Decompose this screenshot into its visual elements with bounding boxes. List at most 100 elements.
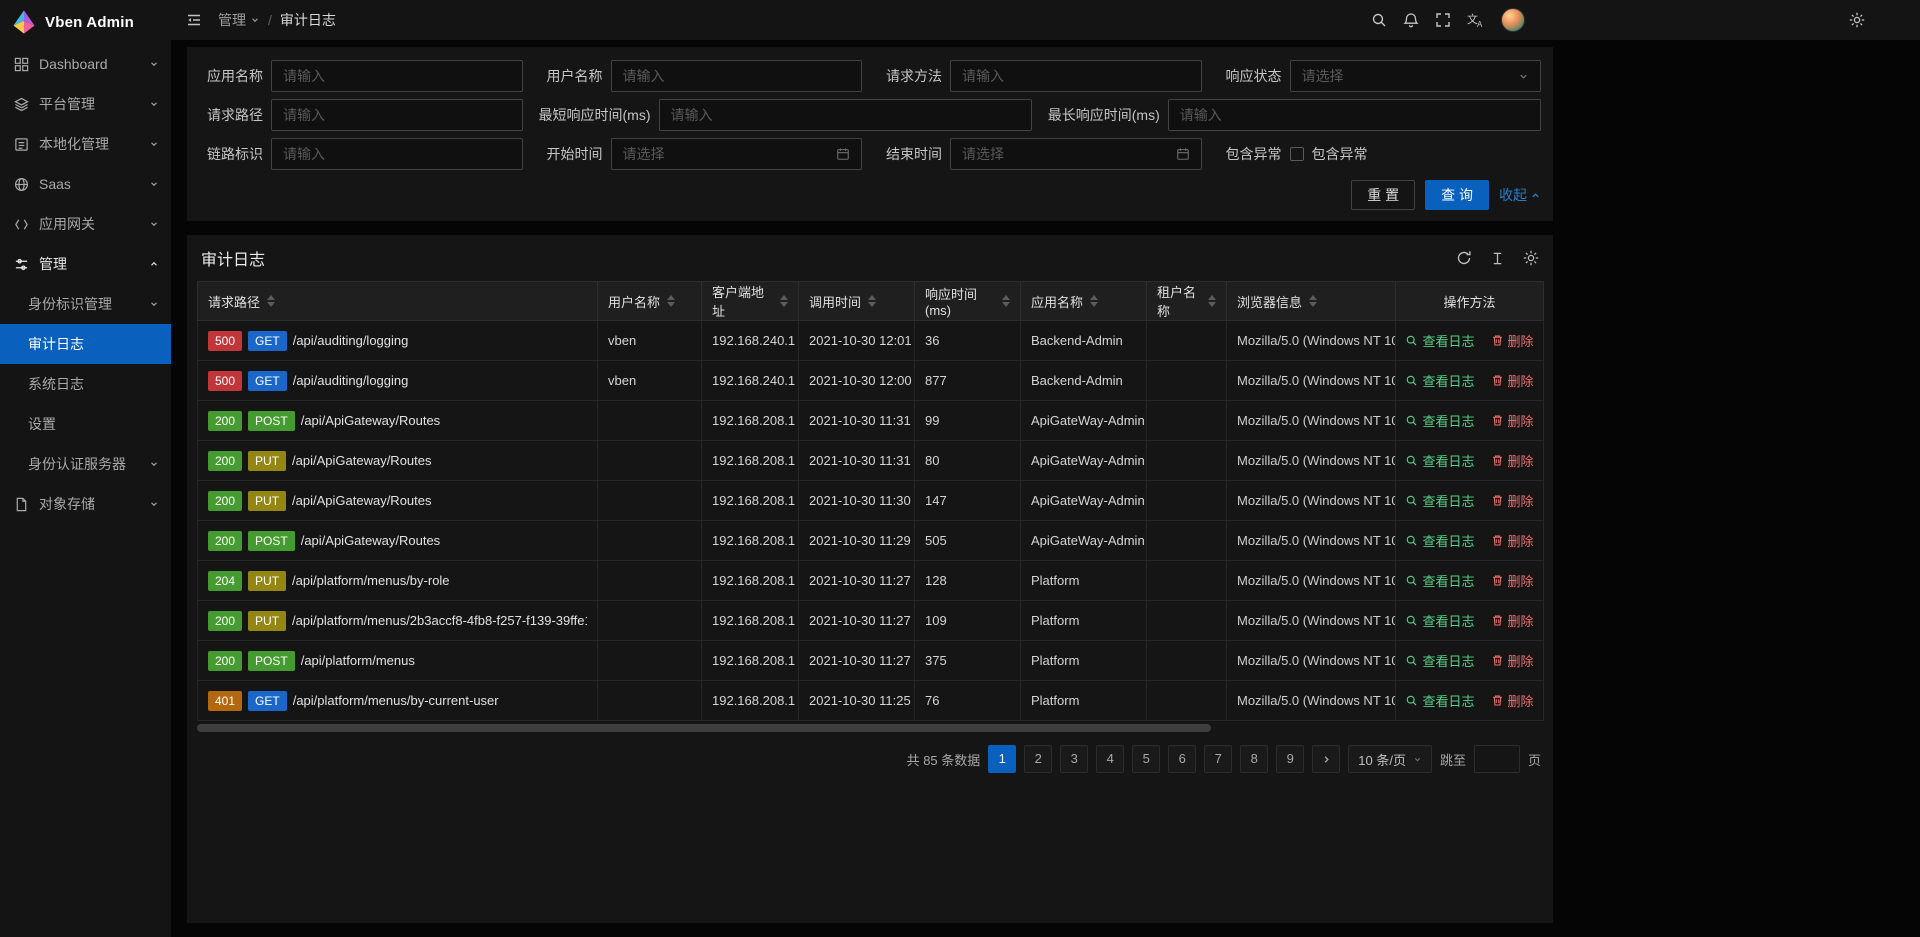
sidebar-item-auth-server[interactable]: 身份认证服务器 [0, 444, 171, 484]
sidebar-item-audit-log[interactable]: 审计日志 [0, 324, 171, 364]
delete-button[interactable]: 删除 [1491, 611, 1534, 630]
sort-carets-icon[interactable] [267, 295, 275, 307]
method-badge: POST [248, 651, 295, 671]
settings-gear-icon[interactable] [1849, 0, 1865, 40]
view-log-button[interactable]: 查看日志 [1405, 531, 1474, 550]
sidebar-item-platform[interactable]: 平台管理 [0, 84, 171, 124]
app-title: Vben Admin [45, 14, 134, 31]
search-icon[interactable] [1371, 12, 1387, 28]
sidebar-item-object-storage[interactable]: 对象存储 [0, 484, 171, 524]
view-log-button[interactable]: 查看日志 [1405, 491, 1474, 510]
cell-request-path: 200PUT/api/ApiGateway/Routes [198, 481, 598, 521]
sort-carets-icon[interactable] [1208, 295, 1216, 307]
delete-button[interactable]: 删除 [1491, 531, 1534, 550]
view-log-button[interactable]: 查看日志 [1405, 411, 1474, 430]
view-log-button[interactable]: 查看日志 [1405, 571, 1474, 590]
col-header-client[interactable]: 客户端地址 [702, 282, 799, 321]
breadcrumb: 管理 / 审计日志 [218, 10, 336, 30]
page-button-3[interactable]: 3 [1060, 745, 1088, 773]
end-time-picker[interactable]: 请选择 [950, 138, 1202, 170]
view-log-button[interactable]: 查看日志 [1405, 371, 1474, 390]
sidebar-item-localization[interactable]: 本地化管理 [0, 124, 171, 164]
col-header-user[interactable]: 用户名称 [598, 282, 702, 321]
app-name-input[interactable] [271, 60, 523, 92]
delete-button[interactable]: 删除 [1491, 571, 1534, 590]
sidebar-item-system-log[interactable]: 系统日志 [0, 364, 171, 404]
view-log-button[interactable]: 查看日志 [1405, 331, 1474, 350]
user-name-input[interactable] [611, 60, 863, 92]
chevron-up-icon [149, 259, 159, 269]
max-time-input[interactable] [1168, 99, 1541, 131]
sidebar-item-dashboard[interactable]: Dashboard [0, 44, 171, 84]
page-button-7[interactable]: 7 [1204, 745, 1232, 773]
filter-row-1: 应用名称 用户名称 请求方法 响应状态 请选择 [199, 60, 1541, 92]
column-height-icon[interactable] [1490, 251, 1505, 266]
delete-button[interactable]: 删除 [1491, 491, 1534, 510]
page-button-6[interactable]: 6 [1168, 745, 1196, 773]
reset-button[interactable]: 重 置 [1351, 180, 1415, 210]
col-header-browser[interactable]: 浏览器信息 [1227, 282, 1396, 321]
col-header-actions: 操作方法 [1396, 282, 1544, 321]
cell-app-name: Platform [1021, 601, 1147, 641]
sidebar-item-saas[interactable]: Saas [0, 164, 171, 204]
delete-button[interactable]: 删除 [1491, 411, 1534, 430]
chevron-down-icon [149, 459, 159, 469]
request-path-input[interactable] [271, 99, 523, 131]
http-status-select[interactable]: 请选择 [1290, 60, 1542, 92]
refresh-icon[interactable] [1456, 250, 1472, 266]
sidebar-item-manage[interactable]: 管理 [0, 244, 171, 284]
scrollbar-thumb[interactable] [197, 724, 1211, 732]
view-log-button[interactable]: 查看日志 [1405, 451, 1474, 470]
delete-button[interactable]: 删除 [1491, 691, 1534, 710]
col-header-path[interactable]: 请求路径 [198, 282, 598, 321]
app-logo[interactable]: Vben Admin [0, 0, 171, 44]
sort-carets-icon[interactable] [1309, 295, 1317, 307]
start-time-picker[interactable]: 请选择 [611, 138, 863, 170]
sidebar-item-gateway[interactable]: 应用网关 [0, 204, 171, 244]
page-button-5[interactable]: 5 [1132, 745, 1160, 773]
collapse-link[interactable]: 收起 [1499, 185, 1541, 205]
sort-carets-icon[interactable] [780, 295, 788, 307]
trace-id-input[interactable] [271, 138, 523, 170]
view-log-button[interactable]: 查看日志 [1405, 691, 1474, 710]
sort-carets-icon[interactable] [868, 295, 876, 307]
delete-button[interactable]: 删除 [1491, 451, 1534, 470]
translate-icon[interactable]: 文A [1467, 12, 1485, 28]
fullscreen-icon[interactable] [1435, 12, 1451, 28]
sidebar-item-settings[interactable]: 设置 [0, 404, 171, 444]
page-button-2[interactable]: 2 [1024, 745, 1052, 773]
sort-carets-icon[interactable] [667, 295, 675, 307]
page-button-4[interactable]: 4 [1096, 745, 1124, 773]
sidebar-item-identity[interactable]: 身份标识管理 [0, 284, 171, 324]
page-size-select[interactable]: 10 条/页 [1348, 745, 1432, 773]
page-button-8[interactable]: 8 [1240, 745, 1268, 773]
localization-icon [14, 137, 29, 152]
col-header-time[interactable]: 调用时间 [799, 282, 915, 321]
jump-page-input[interactable] [1474, 745, 1520, 773]
page-button-9[interactable]: 9 [1276, 745, 1304, 773]
avatar[interactable] [1501, 8, 1525, 32]
has-exception-checkbox[interactable] [1290, 147, 1304, 161]
menu-fold-icon[interactable] [186, 12, 202, 28]
view-log-button[interactable]: 查看日志 [1405, 651, 1474, 670]
delete-button[interactable]: 删除 [1491, 651, 1534, 670]
view-log-button[interactable]: 查看日志 [1405, 611, 1474, 630]
delete-button[interactable]: 删除 [1491, 331, 1534, 350]
bell-icon[interactable] [1403, 12, 1419, 28]
delete-button[interactable]: 删除 [1491, 371, 1534, 390]
min-time-input[interactable] [659, 99, 1032, 131]
method-badge: PUT [248, 571, 286, 591]
http-method-input[interactable] [950, 60, 1202, 92]
next-page-button[interactable] [1312, 745, 1340, 773]
table-row: 200POST/api/ApiGateway/Routes192.168.208… [198, 401, 1544, 441]
sort-carets-icon[interactable] [1002, 295, 1010, 307]
status-badge: 200 [208, 611, 242, 631]
query-button[interactable]: 查 询 [1425, 180, 1489, 210]
sort-carets-icon[interactable] [1090, 295, 1098, 307]
breadcrumb-parent[interactable]: 管理 [218, 10, 260, 30]
column-settings-icon[interactable] [1523, 250, 1539, 266]
col-header-elapsed[interactable]: 响应时间(ms) [915, 282, 1021, 321]
page-button-1[interactable]: 1 [988, 745, 1016, 773]
col-header-app[interactable]: 应用名称 [1021, 282, 1147, 321]
col-header-tenant[interactable]: 租户名称 [1147, 282, 1227, 321]
